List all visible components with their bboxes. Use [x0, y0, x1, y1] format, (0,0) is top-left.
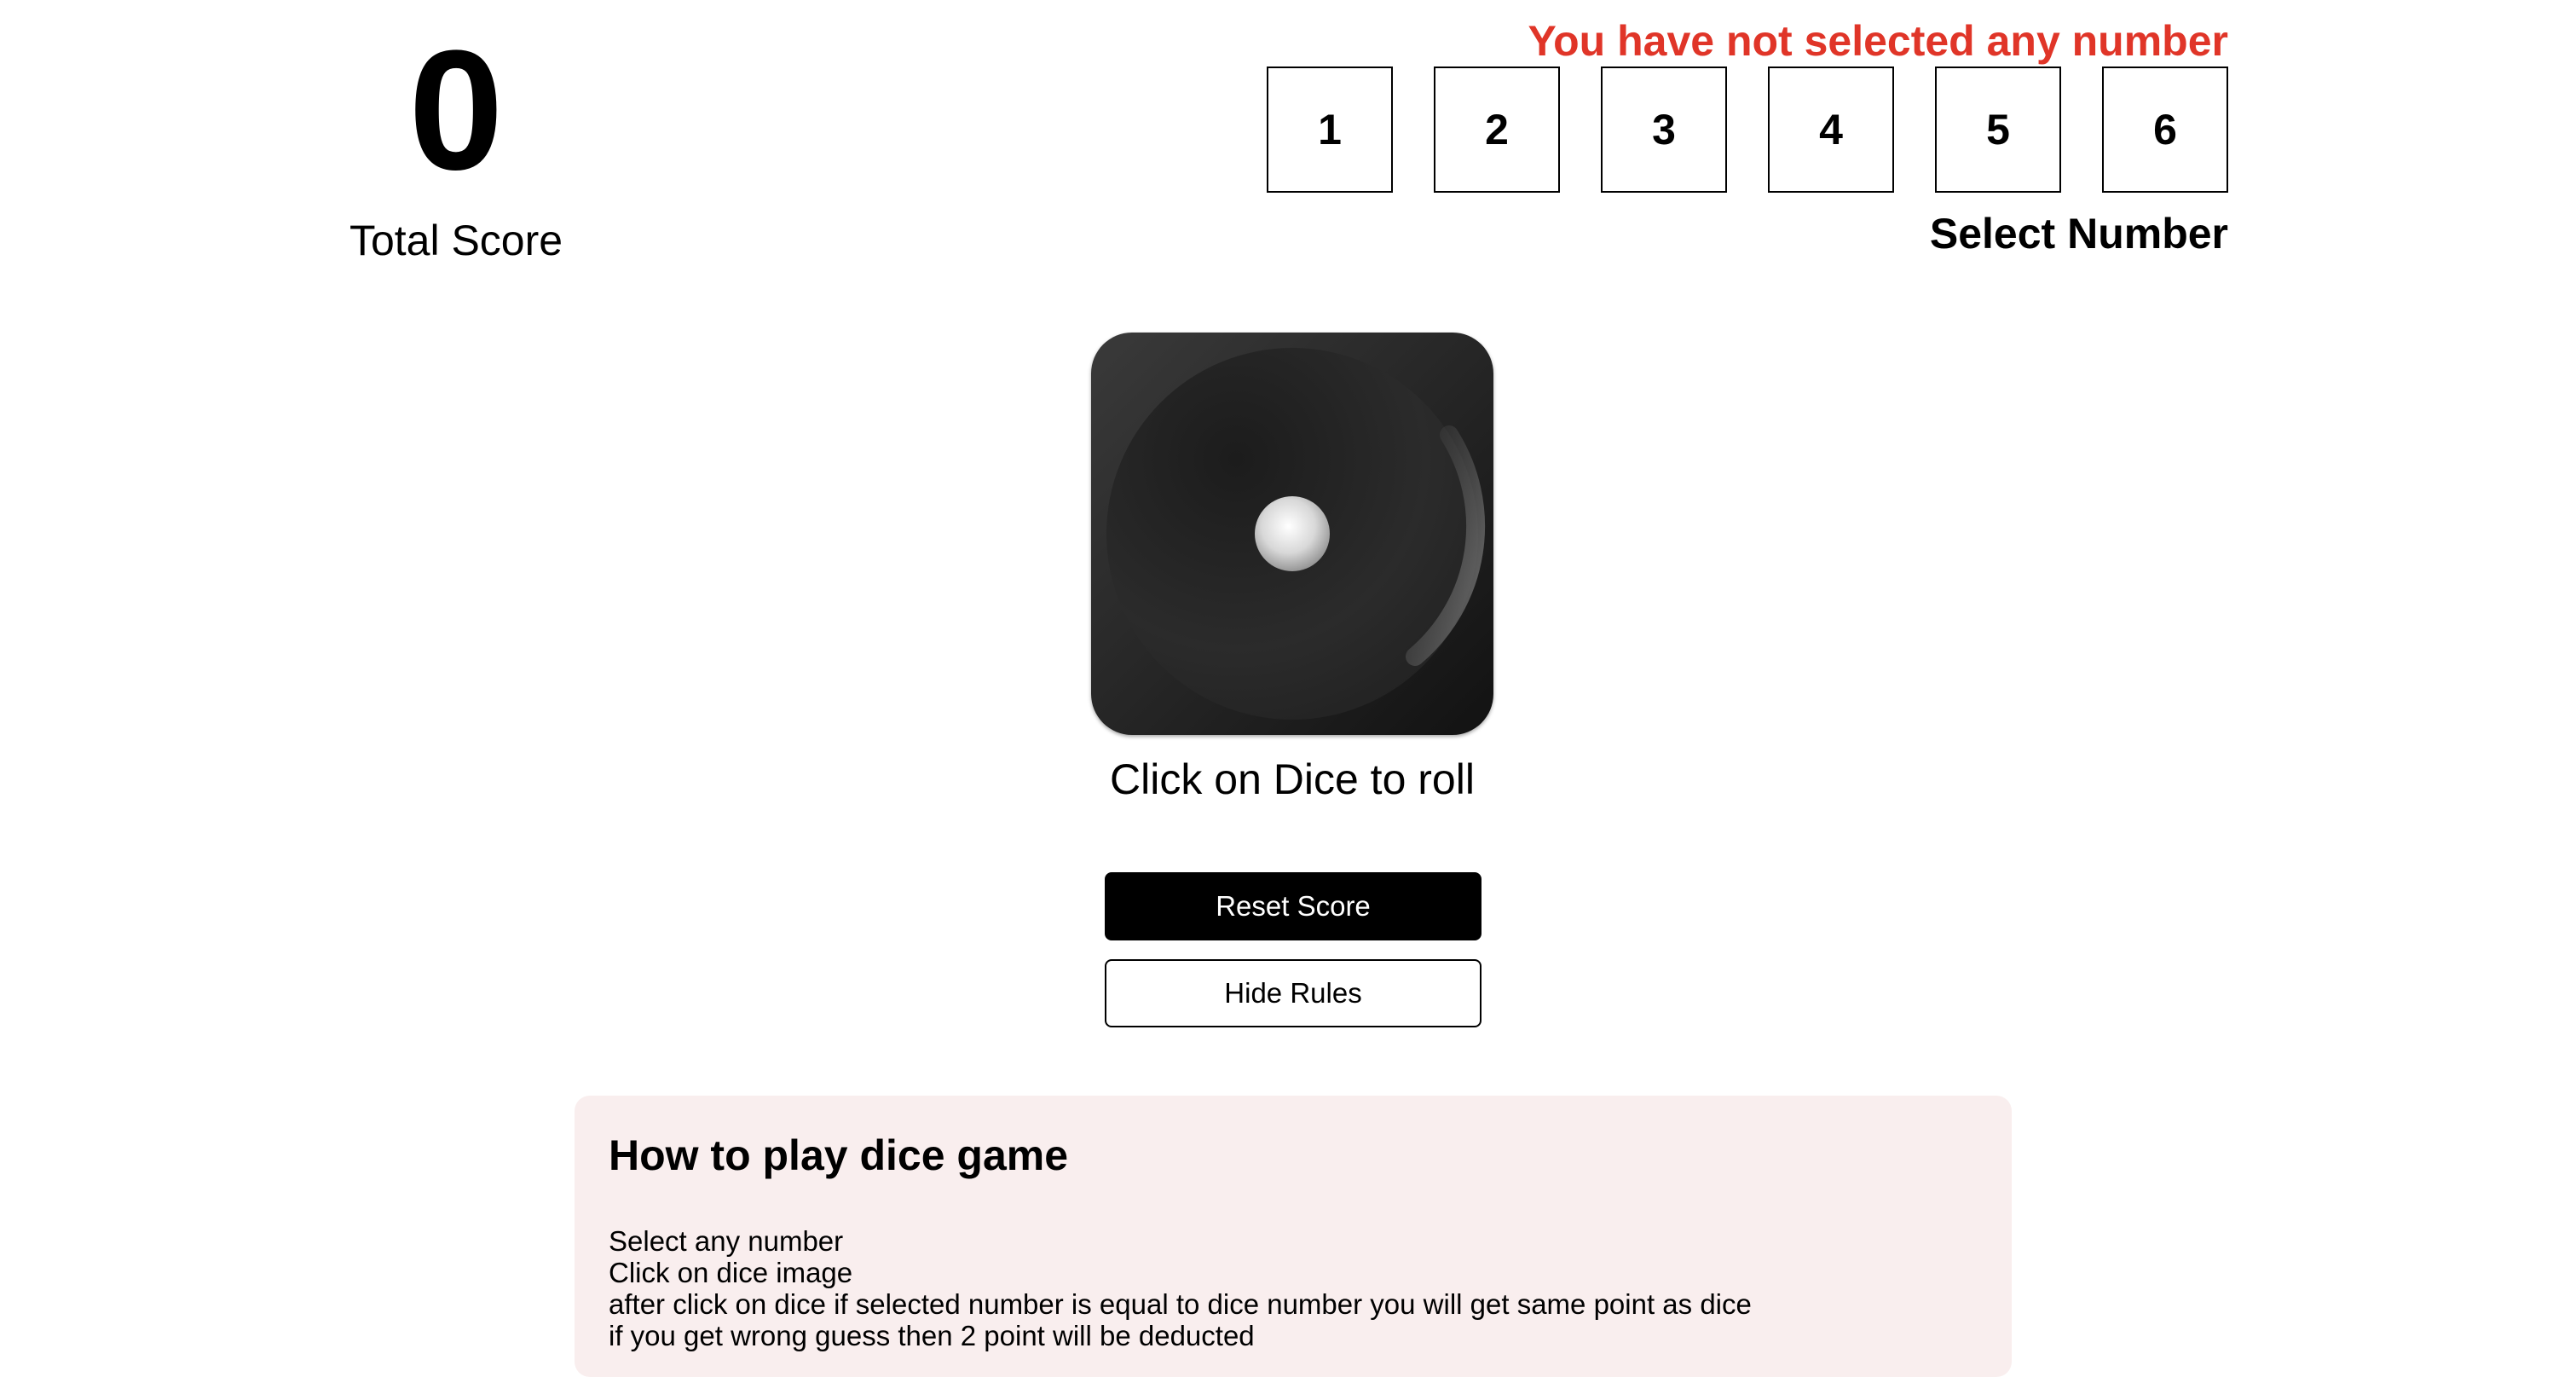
hide-rules-button[interactable]: Hide Rules [1105, 959, 1481, 1027]
dice-roll-caption: Click on Dice to roll [1110, 755, 1475, 803]
number-box-6[interactable]: 6 [2102, 67, 2228, 193]
rules-title: How to play dice game [609, 1131, 1069, 1179]
total-score-block: 0 Total Score [324, 15, 588, 265]
number-box-4[interactable]: 4 [1768, 67, 1894, 193]
rules-list: Select any number Click on dice image af… [609, 1225, 1978, 1351]
reset-score-button[interactable]: Reset Score [1105, 872, 1481, 940]
total-score-label: Total Score [349, 217, 563, 264]
number-box-row: 1 2 3 4 5 6 [1267, 67, 2228, 193]
number-box-1[interactable]: 1 [1267, 67, 1393, 193]
number-selector: You have not selected any number 1 2 3 4… [1205, 17, 2228, 257]
rules-list-item: Click on dice image [609, 1257, 853, 1288]
select-number-label: Select Number [1929, 210, 2228, 257]
dice-button[interactable] [1091, 333, 1493, 735]
rules-panel: How to play dice game Select any number … [575, 1096, 2012, 1377]
rules-list-item: after click on dice if selected number i… [609, 1288, 1752, 1320]
number-box-2[interactable]: 2 [1434, 67, 1560, 193]
number-box-3[interactable]: 3 [1601, 67, 1727, 193]
dice-face-one-icon [1106, 348, 1486, 720]
selection-error-message: You have not selected any number [1528, 17, 2228, 65]
rules-list-item: if you get wrong guess then 2 point will… [609, 1320, 1255, 1351]
total-score-value: 0 [408, 15, 504, 205]
rules-list-item: Select any number [609, 1225, 844, 1257]
number-box-5[interactable]: 5 [1935, 67, 2061, 193]
